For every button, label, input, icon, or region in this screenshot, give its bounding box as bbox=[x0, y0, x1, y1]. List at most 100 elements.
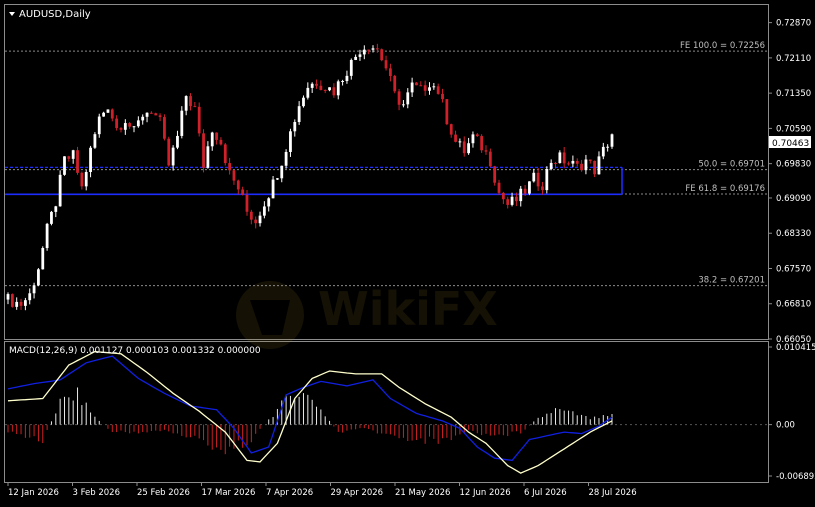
candle-body bbox=[597, 156, 601, 175]
candle-body bbox=[575, 160, 579, 164]
price-tick-label: 0.70590 bbox=[776, 124, 811, 134]
candle-body bbox=[267, 198, 271, 207]
candle-body bbox=[310, 83, 314, 88]
candle-body bbox=[258, 215, 262, 224]
price-tick-label: 0.72110 bbox=[776, 54, 811, 64]
time-tick-label: 25 Feb 2026 bbox=[137, 488, 190, 498]
candle-body bbox=[163, 117, 166, 139]
candle-body bbox=[610, 134, 614, 147]
candle-body bbox=[223, 144, 227, 164]
candle-body bbox=[584, 159, 588, 171]
candle-body bbox=[115, 118, 119, 128]
candle-body bbox=[406, 92, 410, 105]
time-tick-label: 21 May 2026 bbox=[395, 488, 450, 498]
candle-body bbox=[106, 109, 110, 113]
candle-body bbox=[371, 48, 375, 50]
candle-body bbox=[384, 60, 388, 69]
candle-body bbox=[97, 116, 101, 135]
candle-body bbox=[345, 75, 349, 82]
candle-body bbox=[397, 91, 401, 105]
price-tick-label: 0.69090 bbox=[776, 194, 811, 204]
candle-body bbox=[415, 82, 418, 86]
candle-body bbox=[493, 166, 497, 183]
candle-body bbox=[484, 150, 488, 152]
candle-body bbox=[480, 136, 484, 151]
symbol-label: AUDUSD,Daily bbox=[19, 9, 91, 20]
candle-body bbox=[528, 181, 531, 194]
candle-body bbox=[6, 294, 10, 300]
candle-body bbox=[67, 156, 71, 159]
candle-body bbox=[428, 87, 431, 91]
candle-body bbox=[458, 141, 462, 143]
price-tick-label: 0.66810 bbox=[776, 300, 811, 310]
candle-body bbox=[358, 54, 362, 57]
candle-body bbox=[380, 49, 384, 61]
time-tick-label: 12 Jun 2026 bbox=[460, 488, 511, 498]
candle-body bbox=[189, 96, 192, 107]
candle-body bbox=[462, 141, 466, 154]
chart-canvas[interactable]: WikiFX FE 100.0 = 0.72256 50.0 = 0.69701 F… bbox=[0, 0, 815, 503]
candle-body bbox=[523, 188, 527, 194]
candle-body bbox=[76, 150, 79, 173]
candle-body bbox=[197, 106, 201, 134]
candle-body bbox=[593, 160, 597, 175]
candle-body bbox=[332, 87, 336, 96]
candle-body bbox=[328, 87, 331, 91]
candle-body bbox=[297, 106, 301, 123]
candle-body bbox=[128, 123, 132, 127]
candle-body bbox=[71, 150, 75, 159]
candle-body bbox=[601, 146, 605, 157]
candle-body bbox=[471, 134, 475, 144]
candle-body bbox=[228, 163, 232, 171]
candle-body bbox=[184, 96, 188, 111]
candle-body bbox=[289, 131, 292, 152]
candle-body bbox=[119, 127, 123, 130]
candle-body bbox=[145, 112, 149, 117]
candle-body bbox=[588, 159, 592, 161]
current-price-marker: 0.70463 bbox=[769, 136, 811, 149]
candle-body bbox=[402, 104, 405, 106]
candle-body bbox=[102, 112, 105, 117]
time-tick-label: 28 Jul 2026 bbox=[589, 488, 637, 498]
price-tick-label: 0.72870 bbox=[776, 19, 811, 29]
candle-body bbox=[515, 196, 518, 202]
candle-body bbox=[202, 133, 205, 168]
candle-body bbox=[93, 134, 97, 148]
candle-body bbox=[436, 86, 440, 94]
chart-window[interactable]: WikiFX FE 100.0 = 0.72256 50.0 = 0.69701 F… bbox=[0, 0, 815, 503]
candle-body bbox=[549, 162, 553, 169]
candle-body bbox=[410, 82, 414, 93]
candle-body bbox=[141, 116, 145, 121]
price-tick-label: 0.69830 bbox=[776, 160, 811, 170]
candle-body bbox=[567, 163, 570, 165]
candle-body bbox=[63, 156, 66, 175]
candle-body bbox=[219, 139, 223, 145]
candle-body bbox=[271, 179, 275, 199]
macd-tick-label: -0.006892 bbox=[776, 472, 815, 482]
current-price-label: 0.70463 bbox=[772, 139, 809, 149]
candle-body bbox=[375, 48, 379, 50]
candle-body bbox=[532, 172, 536, 182]
candle-body bbox=[249, 211, 253, 220]
price-tick-label: 0.71350 bbox=[776, 89, 811, 99]
candle-body bbox=[488, 151, 492, 167]
candle-body bbox=[158, 115, 162, 118]
candle-body bbox=[519, 188, 523, 202]
candle-body bbox=[28, 293, 32, 301]
candle-body bbox=[280, 165, 284, 179]
fibo-level-label: FE 61.8 = 0.69176 bbox=[685, 184, 765, 194]
candle-body bbox=[536, 172, 540, 187]
candle-body bbox=[419, 85, 423, 87]
candle-body bbox=[306, 87, 310, 98]
candle-body bbox=[54, 206, 58, 212]
candle-body bbox=[362, 49, 366, 55]
candle-body bbox=[80, 172, 84, 187]
candle-body bbox=[193, 106, 197, 108]
candle-body bbox=[136, 120, 140, 127]
candle-body bbox=[449, 124, 453, 135]
candle-body bbox=[32, 285, 36, 294]
candle-body bbox=[206, 146, 210, 168]
candle-body bbox=[171, 147, 175, 166]
candle-body bbox=[319, 85, 323, 90]
macd-tick-label: 0.010415 bbox=[776, 343, 815, 353]
